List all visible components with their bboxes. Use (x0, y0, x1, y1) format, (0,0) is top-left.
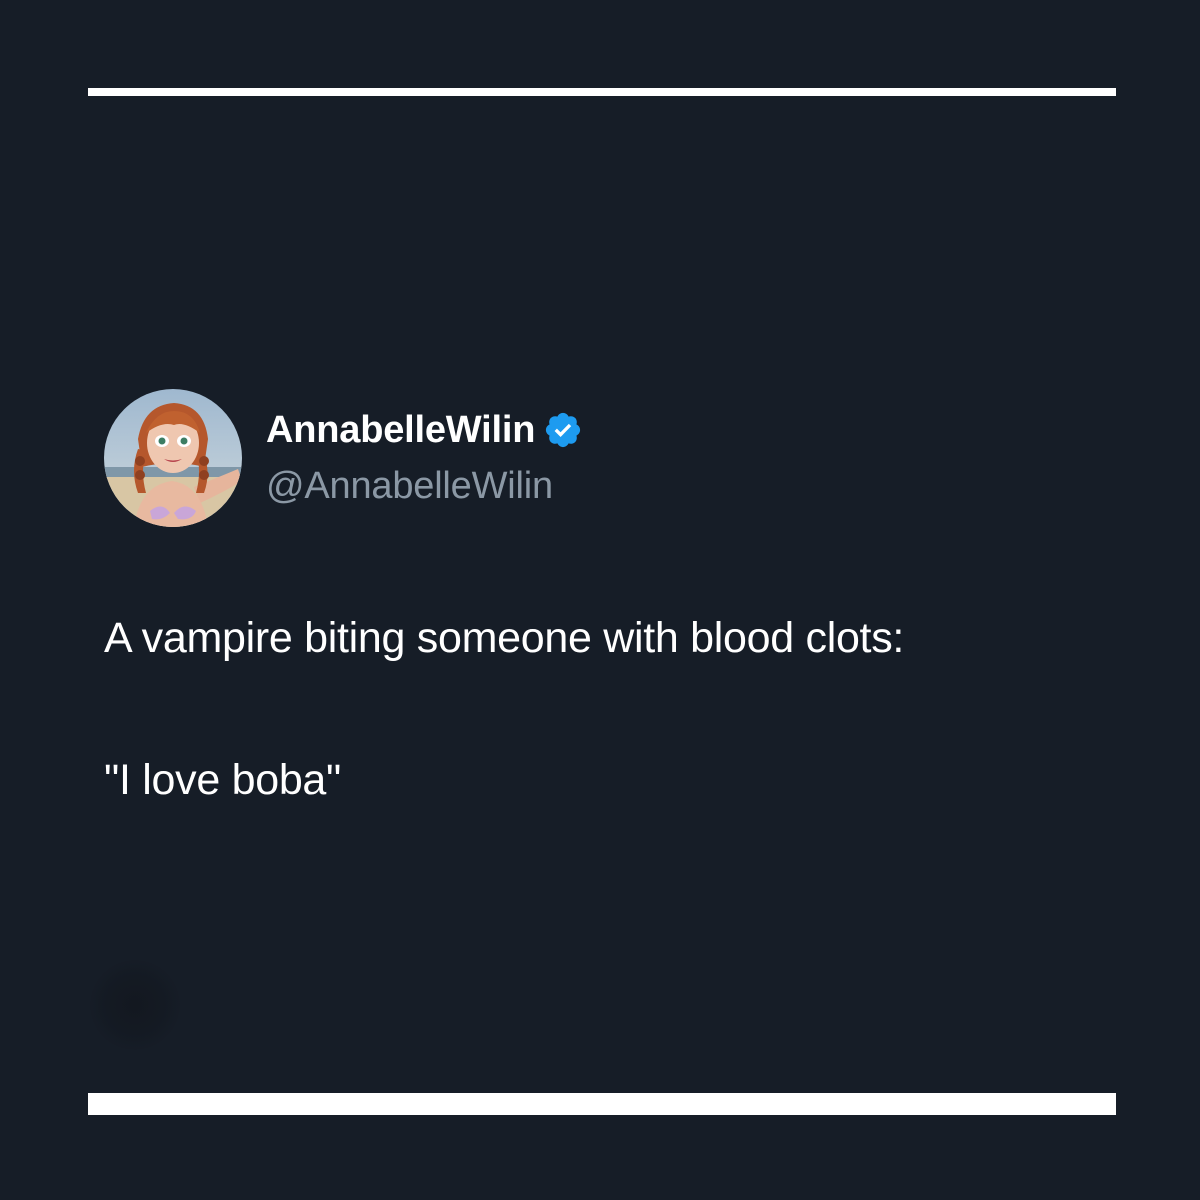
bottom-divider (88, 1093, 1116, 1115)
avatar[interactable] (104, 389, 242, 527)
tweet-text-line-1: A vampire biting someone with blood clot… (104, 614, 905, 662)
author-handle[interactable]: @AnnabelleWilin (266, 463, 583, 509)
verified-badge-icon (543, 410, 583, 450)
display-name-row: AnnabelleWilin (266, 407, 583, 453)
top-divider (88, 88, 1116, 96)
doll-avatar-icon (104, 389, 242, 527)
author-names: AnnabelleWilin @AnnabelleWilin (266, 407, 583, 509)
author-display-name[interactable]: AnnabelleWilin (266, 407, 535, 453)
background-smudge (90, 960, 180, 1050)
tweet-text-line-2: "I love boba" (104, 756, 342, 804)
tweet-author: AnnabelleWilin @AnnabelleWilin (104, 389, 583, 527)
